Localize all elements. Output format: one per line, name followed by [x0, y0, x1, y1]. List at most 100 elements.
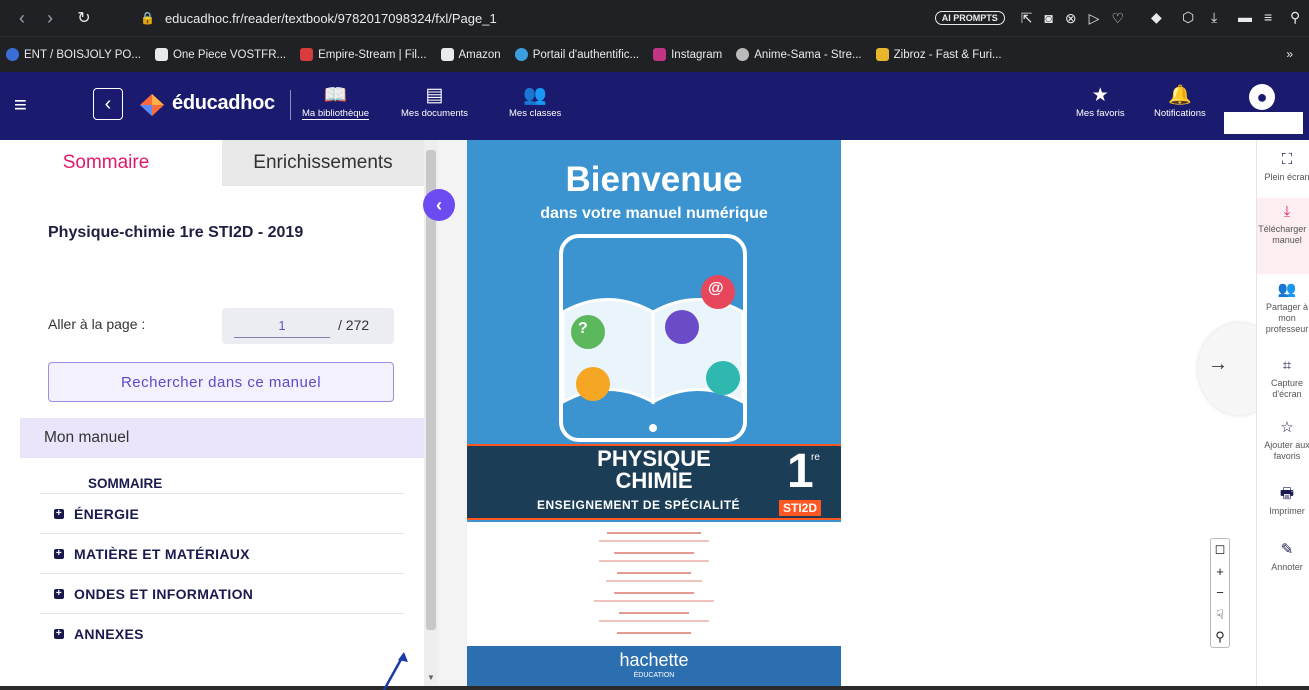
bookmark-icon: [514, 48, 528, 61]
block-icon[interactable]: ⊗: [1065, 10, 1077, 27]
zoom-in-icon[interactable]: +: [1216, 564, 1224, 579]
author-line: [619, 612, 689, 614]
scroll-thumb[interactable]: [426, 150, 436, 630]
rail-label: Partager à mon professeur: [1265, 302, 1309, 334]
back-button[interactable]: ‹: [93, 88, 123, 120]
profile-icon[interactable]: ⚲: [1290, 9, 1300, 26]
fit-page-icon[interactable]: ◻: [1215, 541, 1226, 557]
reload-icon[interactable]: ↻: [70, 8, 98, 28]
play-circle-icon: [706, 361, 740, 395]
download-manual-button[interactable]: ⤓ Télécharger le manuel: [1257, 198, 1309, 274]
classes-icon: 👥: [523, 85, 547, 106]
annotate-button[interactable]: ✎ Annoter: [1257, 540, 1309, 588]
author-line: [607, 532, 701, 534]
address-bar[interactable]: 🔒 educadhoc.fr/reader/textbook/978201709…: [140, 6, 1130, 30]
toc-item-annexes[interactable]: + ANNEXES: [40, 614, 404, 654]
browser-toolbar: ‹ › ↻ 🔒 educadhoc.fr/reader/textbook/978…: [0, 0, 1309, 36]
table-of-contents: SOMMAIRE + ÉNERGIE + MATIÈRE ET MATÉRIAUX …: [40, 474, 404, 654]
bottom-strip: [0, 686, 1309, 690]
toc-header[interactable]: SOMMAIRE: [40, 474, 404, 494]
question-icon: [571, 315, 605, 349]
rail-label: Imprimer: [1269, 506, 1305, 516]
extension-icon[interactable]: ◆: [1151, 9, 1162, 26]
location-pin-icon[interactable]: ⚲: [1215, 629, 1225, 645]
nav-label: Mes documents: [401, 108, 469, 119]
heart-icon[interactable]: ♡: [1111, 10, 1124, 27]
print-button[interactable]: 🖶 Imprimer: [1257, 484, 1309, 532]
nav-classes[interactable]: 👥 Mes classes: [509, 84, 561, 119]
page-total: / 272: [338, 317, 370, 333]
nav-favoris[interactable]: ★ Mes favoris: [1076, 84, 1125, 119]
bookmark-label: Empire-Stream | Fil...: [318, 48, 427, 61]
add-favorite-button[interactable]: ☆ Ajouter aux favoris: [1257, 418, 1309, 476]
ai-prompts-button[interactable]: AI PROMPTS: [934, 11, 1005, 25]
rail-label: Plein écran: [1264, 172, 1309, 182]
tab-sommaire[interactable]: Sommaire: [0, 140, 212, 186]
bookmark[interactable]: One Piece VOSTFR...: [154, 48, 286, 61]
expand-icon: +: [54, 587, 64, 599]
play-icon[interactable]: ▷: [1089, 10, 1100, 27]
avatar[interactable]: ●: [1249, 84, 1275, 110]
bookmark-label: Amazon: [458, 48, 501, 61]
zoom-out-icon[interactable]: −: [1216, 585, 1224, 600]
rail-label: Capture d'écran: [1270, 378, 1304, 399]
nav-label: Mes favoris: [1076, 108, 1125, 119]
camera-icon[interactable]: ◙: [1044, 10, 1052, 26]
toc-item-matiere[interactable]: + MATIÈRE ET MATÉRIAUX: [40, 534, 404, 574]
pen-icon: ✎: [1280, 541, 1294, 558]
headphones-icon: [576, 367, 610, 401]
battery-icon[interactable]: ▬: [1238, 9, 1252, 25]
nav-label: Notifications: [1154, 108, 1206, 119]
tab-enrichissements[interactable]: Enrichissements: [222, 140, 424, 186]
share-teacher-button[interactable]: 👥 Partager à mon professeur: [1257, 276, 1309, 360]
author-line: [599, 540, 709, 542]
url-text[interactable]: educadhoc.fr/reader/textbook/97820170983…: [165, 11, 935, 26]
page-number-input[interactable]: [234, 314, 330, 338]
star-outline-icon: ☆: [1280, 419, 1294, 436]
toc-item-energie[interactable]: + ÉNERGIE: [40, 494, 404, 534]
bookmark[interactable]: Zibroz - Fast & Furi...: [875, 48, 1002, 61]
download-icon[interactable]: ⤓: [1211, 9, 1217, 26]
share-icon[interactable]: ⇱: [1021, 10, 1033, 27]
menu-icon[interactable]: ≡: [1264, 9, 1272, 25]
chevron-left-icon: ‹: [436, 194, 442, 215]
bookmark[interactable]: Instagram: [653, 48, 722, 61]
at-glyph: @: [708, 280, 724, 297]
bookmark[interactable]: Amazon: [440, 48, 501, 61]
forward-icon[interactable]: ›: [36, 8, 64, 29]
back-icon[interactable]: ‹: [8, 8, 36, 29]
sidebar-scrollbar[interactable]: ▼: [424, 140, 438, 690]
hand-icon: [665, 310, 699, 344]
author-line: [594, 600, 714, 602]
publisher-logo-text: hachette: [619, 650, 689, 670]
bookmark[interactable]: Anime-Sama - Stre...: [736, 48, 862, 61]
hamburger-menu-icon[interactable]: ≡: [14, 92, 27, 118]
bookmark[interactable]: Portail d'authentific...: [514, 48, 639, 61]
search-manual-button[interactable]: Rechercher dans ce manuel: [48, 362, 394, 402]
mon-manuel-header[interactable]: Mon manuel: [20, 418, 424, 458]
fullscreen-button[interactable]: ⛶ Plein écran: [1257, 150, 1309, 200]
scroll-down-icon[interactable]: ▼: [426, 673, 436, 682]
cover-title-physique: PHYSIQUE: [597, 446, 711, 471]
screenshot-button[interactable]: ⌗ Capture d'écran: [1257, 356, 1309, 410]
more-bookmarks-icon[interactable]: »: [1286, 47, 1293, 61]
goto-label: Aller à la page :: [48, 316, 146, 332]
collapse-sidebar-button[interactable]: ‹: [423, 189, 455, 221]
bookmark[interactable]: Empire-Stream | Fil...: [300, 48, 427, 61]
bookmark-label: Instagram: [671, 48, 723, 61]
share-users-icon: 👥: [1277, 281, 1297, 298]
bookmark-icon: [6, 48, 19, 61]
logo-text[interactable]: éducadhoc: [172, 92, 275, 115]
rail-label: Ajouter aux favoris: [1264, 440, 1309, 461]
nav-notifications[interactable]: 🔔 Notifications: [1154, 84, 1206, 119]
toc-item-ondes[interactable]: + ONDES ET INFORMATION: [40, 574, 404, 614]
cube-icon[interactable]: ⬡: [1182, 9, 1194, 26]
bookmark[interactable]: ENT / BOISJOLY PO...: [6, 48, 141, 61]
tools-rail: ⛶ Plein écran ⤓ Télécharger le manuel 👥 …: [1256, 140, 1309, 686]
nav-documents[interactable]: ▤ Mes documents: [401, 84, 468, 119]
author-line: [599, 560, 709, 562]
pan-hand-icon[interactable]: ☟: [1216, 607, 1224, 623]
goto-page-box: / 272: [222, 308, 394, 344]
publisher-sub: ÉDUCATION: [633, 672, 675, 679]
nav-bibliotheque[interactable]: 📖 Ma bibliothèque: [302, 84, 370, 120]
